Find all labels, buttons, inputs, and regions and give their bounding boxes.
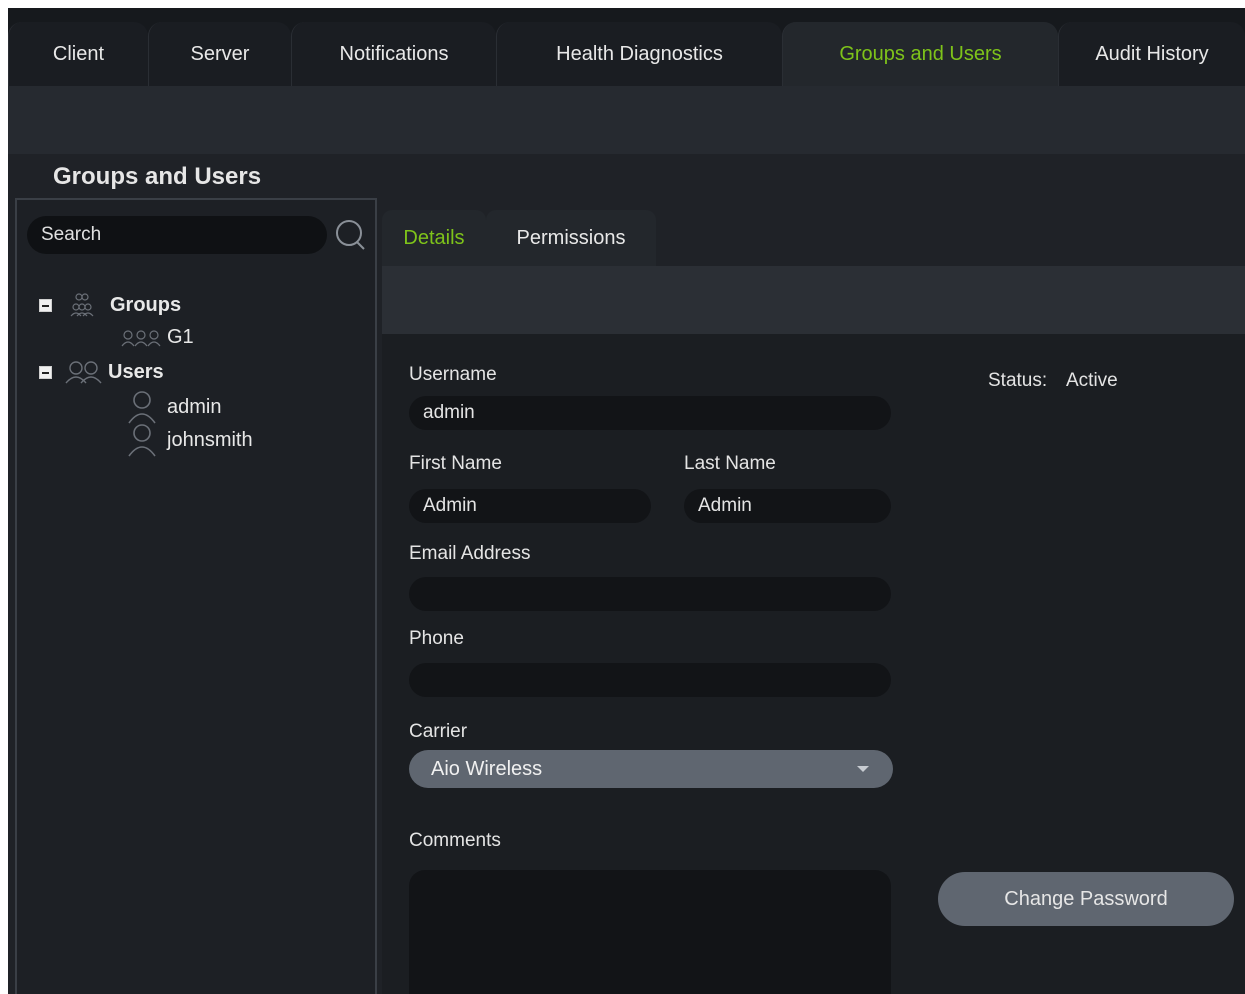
top-tab-bar: Client Server Notifications Health Diagn… xyxy=(8,8,1245,86)
collapse-users-toggle[interactable] xyxy=(39,365,52,379)
users-label: Users xyxy=(108,360,164,383)
tab-server[interactable]: Server xyxy=(148,22,291,86)
groups-icon xyxy=(70,293,94,317)
status-value: Active xyxy=(1066,370,1118,391)
user-icon xyxy=(128,424,156,457)
status-label: Status: xyxy=(988,370,1048,391)
search-icon[interactable] xyxy=(333,218,367,252)
chevron-down-icon xyxy=(857,766,869,772)
user-label: admin xyxy=(167,395,222,418)
last-name-field[interactable] xyxy=(684,489,891,523)
app-window: Client Server Notifications Health Diagn… xyxy=(8,8,1245,994)
groups-users-tree-panel: Groups G1 Users xyxy=(15,198,377,994)
tab-audit-history[interactable]: Audit History xyxy=(1058,22,1245,86)
carrier-dropdown[interactable]: Aio Wireless xyxy=(409,750,893,788)
email-field[interactable] xyxy=(409,577,891,611)
phone-label: Phone xyxy=(409,628,464,649)
users-icon xyxy=(65,361,102,384)
section-title: Groups and Users xyxy=(53,163,262,190)
first-name-field[interactable] xyxy=(409,489,651,523)
groups-label: Groups xyxy=(110,293,182,316)
tree-item-user[interactable]: johnsmith xyxy=(127,423,253,457)
tab-notifications[interactable]: Notifications xyxy=(291,22,496,86)
toolbar-strip xyxy=(8,86,1245,154)
phone-field[interactable] xyxy=(409,663,891,697)
change-password-button[interactable]: Change Password xyxy=(938,872,1234,926)
detail-toolbar-strip xyxy=(382,266,1245,334)
first-name-label: First Name xyxy=(409,453,502,474)
username-label: Username xyxy=(409,364,497,385)
tree-item-user[interactable]: admin xyxy=(127,390,221,424)
last-name-label: Last Name xyxy=(684,453,776,474)
user-icon xyxy=(128,391,156,424)
tree-node-users[interactable]: Users xyxy=(39,360,164,384)
tab-details[interactable]: Details xyxy=(382,210,486,266)
tree-item-group[interactable]: G1 xyxy=(121,326,194,349)
collapse-groups-toggle[interactable] xyxy=(39,298,52,312)
user-detail-panel: Details Permissions Username First Name … xyxy=(382,198,1245,994)
username-field[interactable] xyxy=(409,396,891,430)
comments-label: Comments xyxy=(409,830,501,851)
email-label: Email Address xyxy=(409,543,531,564)
carrier-value: Aio Wireless xyxy=(431,757,543,780)
comments-field[interactable] xyxy=(409,870,891,994)
tab-health-diagnostics[interactable]: Health Diagnostics xyxy=(496,22,782,86)
tab-permissions[interactable]: Permissions xyxy=(486,210,656,266)
detail-tab-bar: Details Permissions xyxy=(382,198,1245,266)
tree-node-groups[interactable]: Groups xyxy=(39,290,181,320)
group-icon xyxy=(121,329,161,346)
carrier-label: Carrier xyxy=(409,721,468,742)
tab-groups-and-users[interactable]: Groups and Users xyxy=(782,22,1058,86)
search-input[interactable] xyxy=(27,216,327,254)
user-label: johnsmith xyxy=(167,428,253,451)
group-label: G1 xyxy=(167,326,194,348)
details-form: Username First Name Last Name Email Addr… xyxy=(382,334,1245,994)
tab-client[interactable]: Client xyxy=(8,22,148,86)
